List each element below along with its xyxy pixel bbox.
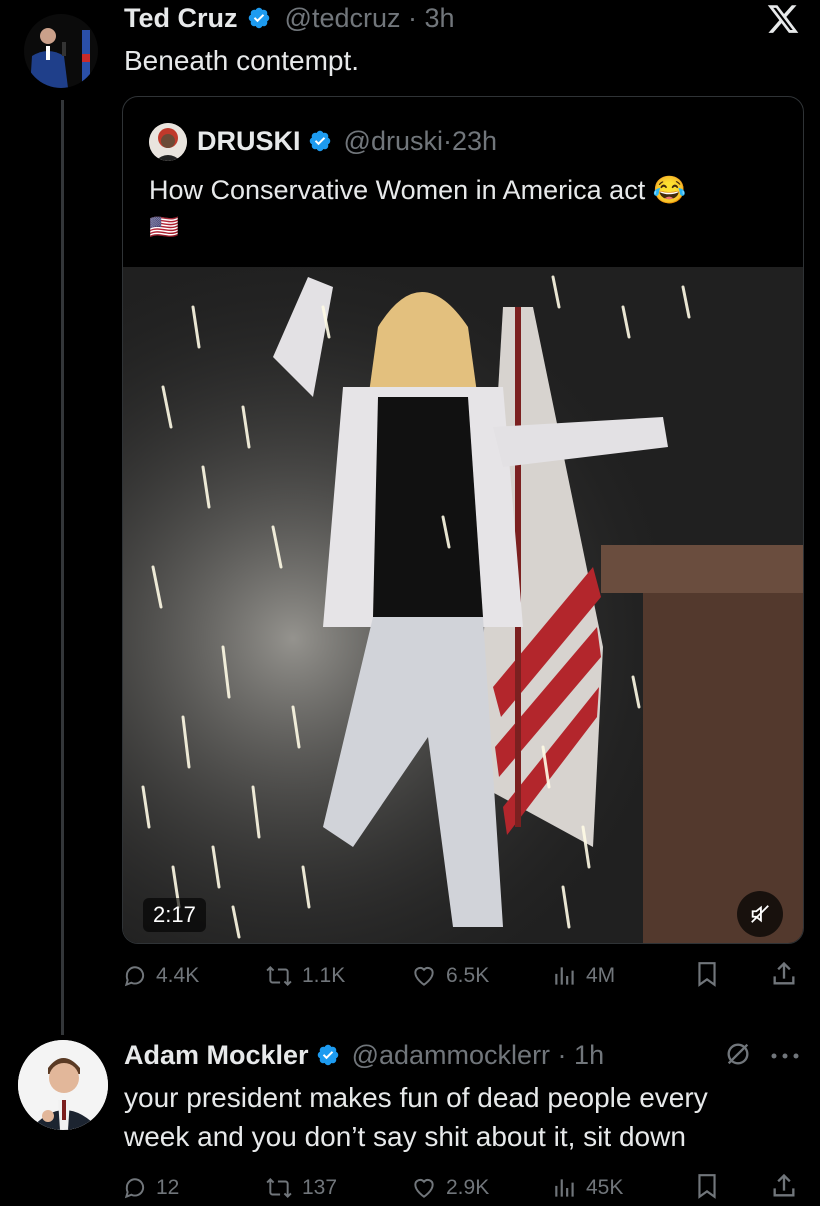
views-icon (555, 1179, 574, 1197)
quoted-header: DRUSKI @druski·23h (197, 125, 497, 157)
repost-button[interactable]: 137 (264, 1175, 337, 1201)
reply-author-handle[interactable]: @adammocklerr (352, 1040, 550, 1070)
thread-connector-line (61, 100, 64, 1035)
verified-badge-icon (317, 1044, 339, 1066)
avatar[interactable] (24, 14, 98, 88)
repost-count: 1.1K (302, 964, 346, 987)
tweet-header: Ted Cruz @tedcruz · 3h (124, 2, 455, 34)
reply-avatar-image (18, 1040, 108, 1130)
bookmark-icon (698, 962, 716, 987)
author-handle[interactable]: @tedcruz (285, 3, 401, 33)
share-button[interactable] (770, 960, 798, 994)
video-frame (123, 267, 803, 943)
quoted-author-name[interactable]: DRUSKI (197, 126, 301, 156)
main-action-bar: 4.4K 1.1K 6.5K 4M (122, 958, 802, 994)
heart-icon (414, 966, 434, 986)
reply-icon (124, 966, 145, 987)
separator-dot: · (442, 126, 452, 156)
share-icon (773, 961, 795, 985)
tweet-text: Beneath contempt. (124, 45, 360, 76)
author-name[interactable]: Ted Cruz (124, 3, 238, 33)
bookmark-button[interactable] (694, 1172, 720, 1206)
reply-button[interactable]: 4.4K (122, 963, 199, 989)
like-count: 6.5K (446, 964, 490, 987)
bookmark-button[interactable] (694, 960, 720, 994)
like-button[interactable]: 6.5K (410, 963, 489, 989)
quoted-tweet-text-line2: 🇺🇸 (149, 214, 179, 241)
views-count: 45K (586, 1176, 624, 1199)
bookmark-icon (698, 1174, 716, 1199)
mute-button[interactable] (737, 891, 783, 937)
separator-dot: · (400, 3, 425, 33)
reply-text-line1: your president makes fun of dead people … (124, 1082, 708, 1113)
quoted-tweet-text: How Conservative Women in America act 😂 (149, 175, 687, 205)
reply-time[interactable]: 1h (574, 1040, 604, 1070)
reply-count: 4.4K (156, 964, 200, 987)
x-logo-icon[interactable] (766, 2, 800, 36)
more-button[interactable] (770, 1048, 800, 1066)
separator-dot: · (550, 1040, 575, 1070)
reply-author-name[interactable]: Adam Mockler (124, 1040, 309, 1070)
quoted-tweet-card[interactable]: DRUSKI @druski·23h How Conservative Wome… (122, 96, 804, 944)
reply-header: Adam Mockler @adammocklerr · 1h (124, 1038, 604, 1072)
video-player[interactable]: 2:17 (123, 267, 803, 943)
repost-icon (266, 965, 292, 987)
views-icon (555, 967, 574, 985)
repost-count: 137 (302, 1176, 338, 1199)
like-count: 2.9K (446, 1176, 490, 1199)
quoted-author-handle[interactable]: @druski (344, 126, 443, 156)
reply-count: 12 (156, 1176, 180, 1199)
views-count: 4M (586, 964, 616, 987)
reply-icon (124, 1178, 145, 1199)
mute-icon (751, 905, 769, 923)
quoted-avatar-image (149, 123, 187, 161)
reply-action-bar: 12 137 2.9K 45K (122, 1170, 802, 1206)
share-icon (773, 1173, 795, 1197)
quoted-avatar[interactable] (149, 123, 187, 161)
repost-icon (266, 1177, 292, 1199)
like-button[interactable]: 2.9K (410, 1175, 489, 1201)
heart-icon (414, 1178, 434, 1198)
share-button[interactable] (770, 1172, 798, 1206)
avatar-image (24, 14, 98, 88)
video-duration-badge: 2:17 (143, 898, 206, 932)
quoted-tweet-time[interactable]: 23h (452, 126, 497, 156)
verified-badge-icon (309, 130, 331, 152)
verified-badge-icon (248, 7, 270, 29)
more-icon (771, 1053, 799, 1059)
repost-button[interactable]: 1.1K (264, 963, 345, 989)
grok-button[interactable] (724, 1040, 752, 1073)
views-button[interactable]: 4M (552, 963, 615, 989)
tweet-time[interactable]: 3h (424, 3, 454, 33)
reply-text-line2: week and you don’t say shit about it, si… (124, 1121, 686, 1152)
reply-avatar[interactable] (18, 1040, 108, 1130)
grok-icon (727, 1043, 749, 1065)
reply-button[interactable]: 12 (122, 1175, 179, 1201)
views-button[interactable]: 45K (552, 1175, 623, 1201)
